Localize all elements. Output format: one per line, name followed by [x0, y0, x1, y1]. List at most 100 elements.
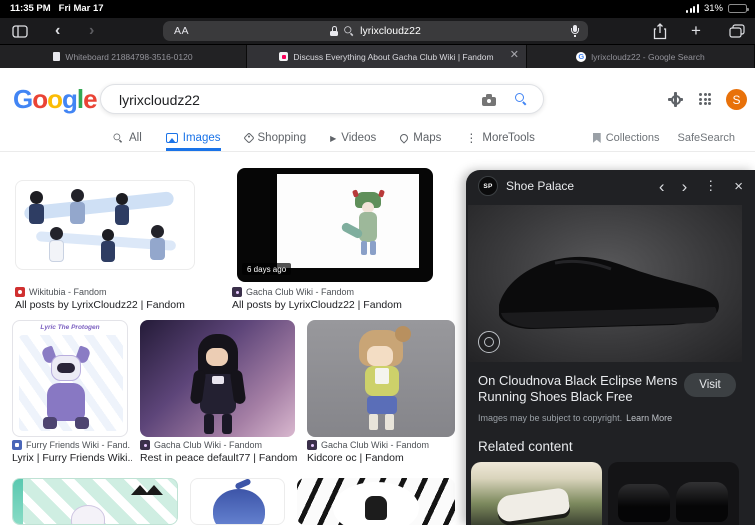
related-image-1[interactable]	[471, 462, 602, 525]
tab-label: Whiteboard 21884798-3516-0120	[65, 51, 193, 62]
status-bar: 11:35 PM Fri Mar 17 31%	[0, 0, 755, 18]
wikitubia-favicon	[15, 287, 25, 297]
result-source[interactable]: Furry Friends Wiki - Fand...	[12, 440, 130, 450]
visit-button[interactable]: Visit	[684, 373, 736, 397]
result-source[interactable]: Gacha Club Wiki - Fandom	[307, 440, 457, 450]
more-kebab-icon: ⋮	[465, 131, 478, 145]
nav-tab-all[interactable]: All	[112, 125, 142, 151]
result-title[interactable]: Rest in peace default77 | Fandom	[140, 452, 300, 464]
collections-bookmark-icon	[592, 133, 601, 143]
nav-tab-more[interactable]: ⋮ More	[465, 125, 508, 151]
related-content-heading: Related content	[478, 439, 573, 454]
result-title[interactable]: All posts by LyrixCloudz22 | Fandom	[232, 299, 442, 311]
search-submit-icon[interactable]	[515, 93, 527, 105]
logo-letter: o	[32, 84, 48, 114]
new-tab-button[interactable]: +	[691, 22, 701, 39]
search-input[interactable]: lyrixcloudz22	[100, 84, 544, 114]
result-thumbnail-darkhair[interactable]	[140, 320, 295, 437]
thumbnail-caption-text: Lyric The Protogen	[40, 324, 100, 331]
share-button[interactable]	[653, 23, 667, 45]
collections-button[interactable]: Collections	[592, 132, 660, 144]
panel-result-title[interactable]: On Cloudnova Black Eclipse Mens Running …	[478, 373, 678, 406]
search-nav-bar: All Images Shopping ▶ Videos Maps ⋮ More…	[0, 125, 755, 152]
nav-tab-images[interactable]: Images	[165, 125, 221, 151]
nav-label: Collections	[605, 132, 660, 144]
panel-site-name[interactable]: Shoe Palace	[506, 179, 651, 193]
result-thumbnail-kidcore[interactable]	[307, 320, 455, 437]
tab-overview-button[interactable]	[729, 24, 745, 43]
back-button[interactable]: ‹	[55, 23, 60, 39]
panel-more-icon[interactable]: ⋮	[704, 178, 717, 194]
nav-label: Videos	[341, 132, 377, 144]
result-source[interactable]: Gacha Club Wiki - Fandom	[140, 440, 298, 450]
gacha-wiki-favicon	[307, 440, 317, 450]
result-thumbnail-refsheet[interactable]	[15, 180, 195, 270]
result-thumbnail-video[interactable]: 6 days ago	[237, 168, 433, 282]
source-text: Gacha Club Wiki - Fandom	[154, 440, 263, 450]
nav-label: Images	[182, 132, 221, 144]
tab-label: lyrixcloudz22 - Google Search	[591, 51, 705, 62]
nav-label: More	[482, 132, 509, 144]
nav-tab-videos[interactable]: ▶ Videos	[330, 125, 376, 151]
all-search-icon	[113, 133, 123, 143]
google-logo[interactable]: Google	[13, 84, 98, 115]
panel-main-image[interactable]	[468, 205, 742, 362]
tabs-icon	[729, 24, 745, 38]
tab-bar: Whiteboard 21884798-3516-0120 Discuss Ev…	[0, 45, 755, 68]
account-avatar[interactable]: S	[726, 89, 747, 110]
logo-letter: e	[83, 84, 98, 114]
safesearch-button[interactable]: SafeSearch	[678, 132, 735, 144]
tab-whiteboard[interactable]: Whiteboard 21884798-3516-0120	[0, 45, 247, 68]
source-text: Gacha Club Wiki - Fandom	[321, 440, 430, 450]
result-thumbnail-partial-3[interactable]	[297, 478, 455, 525]
next-image-button[interactable]: ›	[682, 178, 688, 195]
result-source[interactable]: Wikitubia - Fandom	[15, 287, 220, 297]
nav-tab-maps[interactable]: Maps	[398, 125, 442, 151]
sidebar-toggle-button[interactable]	[12, 25, 28, 43]
share-icon	[653, 23, 667, 40]
nav-label: Shopping	[257, 132, 307, 144]
result-title[interactable]: Kidcore oc | Fandom	[307, 452, 457, 464]
search-glyph-icon	[344, 26, 354, 36]
maps-pin-icon	[398, 132, 410, 144]
tab-label: Discuss Everything About Gacha Club Wiki…	[293, 51, 494, 62]
logo-letter: G	[13, 84, 33, 114]
result-thumbnail-partial-1[interactable]	[12, 478, 178, 525]
google-lens-icon[interactable]	[478, 331, 500, 353]
battery-icon	[728, 4, 749, 13]
forward-button[interactable]: ›	[89, 23, 94, 39]
tab-close-icon[interactable]: ✕	[510, 48, 519, 61]
result-title[interactable]: Lyrix | Furry Friends Wiki...	[12, 452, 132, 464]
gacha-wiki-favicon	[232, 287, 242, 297]
copyright-text: Images may be subject to copyright.	[478, 413, 623, 423]
nav-left: All Images Shopping ▶ Videos Maps ⋮ More	[112, 125, 509, 151]
panel-close-icon[interactable]: ×	[734, 178, 743, 195]
google-apps-grid-icon[interactable]	[699, 93, 711, 105]
logo-letter: g	[62, 84, 78, 114]
tab-fandom-discuss[interactable]: Discuss Everything About Gacha Club Wiki…	[247, 45, 527, 68]
settings-gear-icon[interactable]	[668, 92, 683, 107]
tools-button[interactable]: Tools	[508, 132, 535, 144]
address-center: lyrixcloudz22	[163, 21, 588, 41]
source-text: Wikitubia - Fandom	[29, 287, 107, 297]
result-title[interactable]: All posts by LyrixCloudz22 | Fandom	[15, 299, 225, 311]
document-icon	[53, 52, 61, 61]
mic-icon[interactable]	[571, 25, 579, 37]
address-bar[interactable]: AA lyrixcloudz22	[163, 21, 588, 41]
status-left: 11:35 PM Fri Mar 17	[10, 3, 104, 14]
camera-lens-icon[interactable]	[482, 94, 496, 106]
result-thumbnail-partial-2[interactable]	[190, 478, 285, 525]
related-image-2[interactable]	[608, 462, 739, 525]
result-thumbnail-protogen[interactable]: Lyric The Protogen	[12, 320, 128, 437]
sneaker-image	[499, 256, 719, 329]
learn-more-link[interactable]: Learn More	[626, 413, 672, 423]
nav-label: Maps	[413, 132, 442, 144]
panel-actions: ‹ › ⋮ ×	[659, 178, 743, 195]
tab-google-search[interactable]: G lyrixcloudz22 - Google Search	[527, 45, 755, 68]
result-source[interactable]: Gacha Club Wiki - Fandom	[232, 287, 437, 297]
nav-tab-shopping[interactable]: Shopping	[242, 125, 307, 151]
browser-toolbar: ‹ › AA lyrixcloudz22 +	[0, 18, 755, 45]
shopping-tag-icon	[242, 132, 255, 144]
sidebar-icon	[12, 25, 28, 38]
previous-image-button[interactable]: ‹	[659, 178, 665, 195]
